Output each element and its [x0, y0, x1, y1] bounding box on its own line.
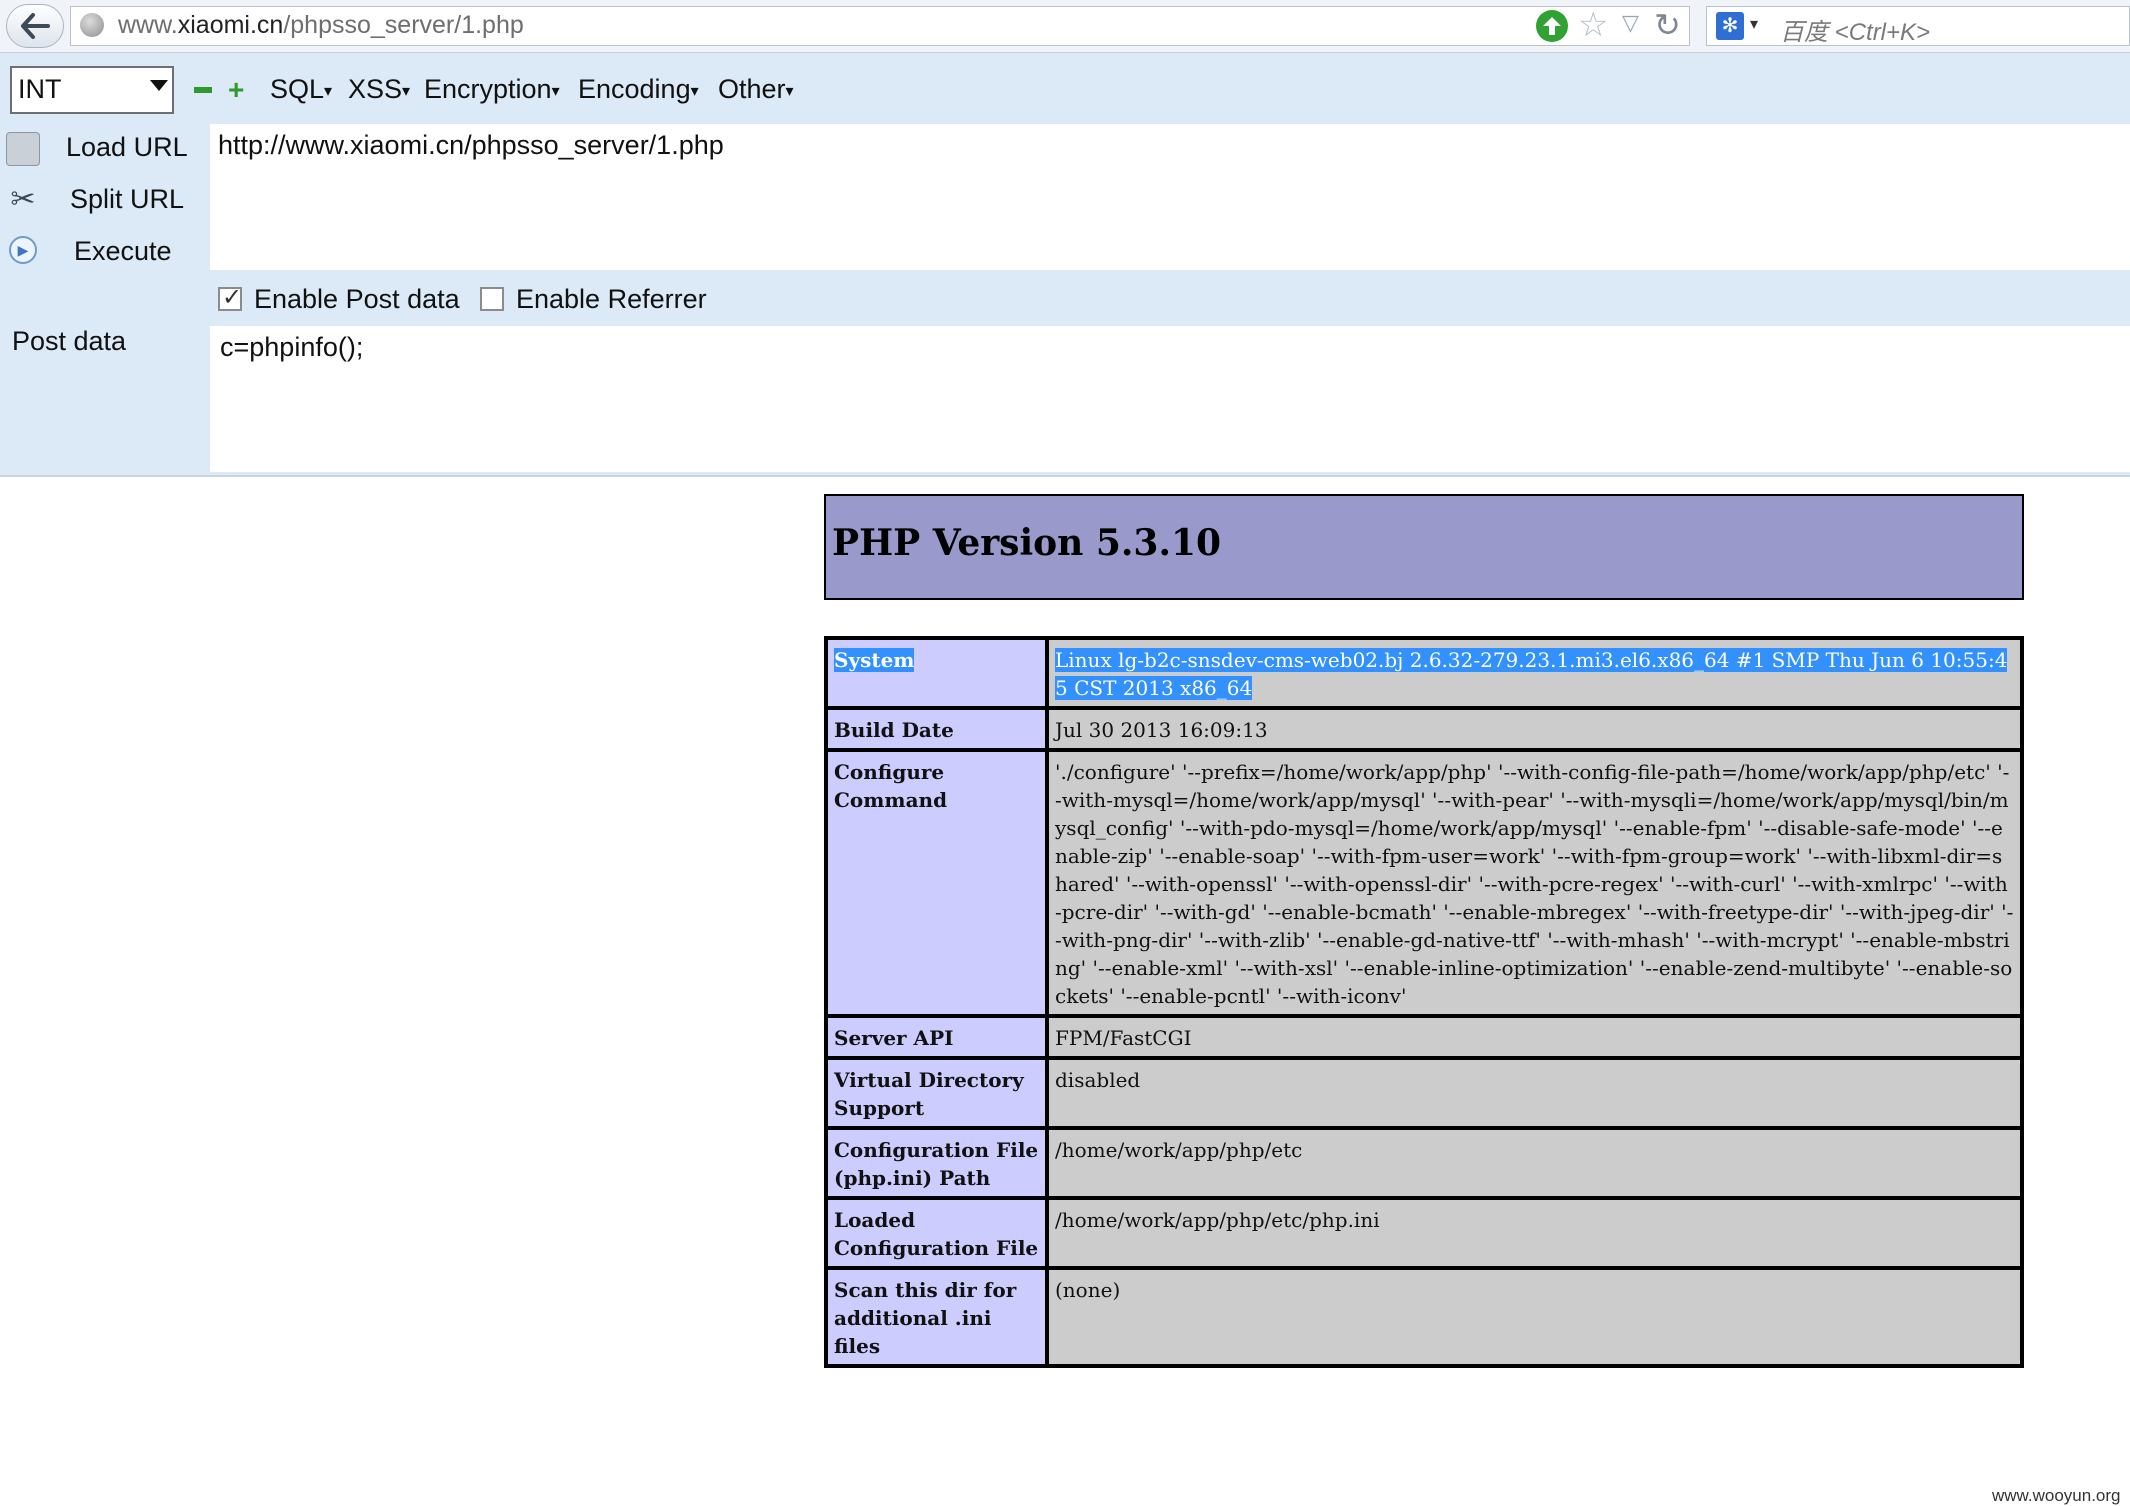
url-textarea-value[interactable]: http://www.xiaomi.cn/phpsso_server/1.php [218, 130, 724, 161]
select-arrow-icon[interactable] [150, 80, 168, 91]
back-button[interactable] [6, 4, 64, 48]
execute-play-icon[interactable]: ▶ [9, 236, 37, 264]
row-key: Server API [826, 1016, 1047, 1058]
table-row: System Linux lg-b2c-snsdev-cms-web02.bj … [826, 638, 2022, 708]
url-domain: xiaomi.cn [177, 11, 284, 39]
menu-encryption[interactable]: Encryption▾ [424, 74, 560, 105]
history-dropdown-icon[interactable]: ▽ [1622, 10, 1639, 36]
go-icon[interactable] [1536, 10, 1568, 42]
reload-icon[interactable]: ↻ [1654, 6, 1681, 44]
menu-label: Other [718, 74, 786, 104]
post-data-textarea[interactable] [210, 326, 2130, 472]
row-value: disabled [1047, 1058, 2022, 1128]
row-key: Virtual Directory Support [826, 1058, 1047, 1128]
load-url-button[interactable]: Load URL [66, 132, 188, 163]
menu-caret-icon: ▾ [785, 82, 794, 100]
search-shortcut: <Ctrl+K> [1834, 19, 1931, 46]
row-key: Build Date [826, 708, 1047, 750]
split-url-button[interactable]: Split URL [70, 184, 184, 215]
post-data-value[interactable]: c=phpinfo(); [220, 332, 363, 363]
menu-other[interactable]: Other▾ [718, 74, 794, 105]
enable-referrer-label[interactable]: Enable Referrer [516, 284, 707, 315]
row-value: Linux lg-b2c-snsdev-cms-web02.bj 2.6.32-… [1047, 638, 2022, 708]
watermark: www.wooyun.org [1992, 1486, 2121, 1505]
php-version-title: PHP Version 5.3.10 [832, 522, 1222, 564]
table-row: Configure Command './configure' '--prefi… [826, 750, 2022, 1016]
phpinfo-table: System Linux lg-b2c-snsdev-cms-web02.bj … [824, 636, 2024, 1368]
table-row: Configuration File (php.ini) Path /home/… [826, 1128, 2022, 1198]
url-path: /phpsso_server/1.php [283, 11, 524, 39]
row-key: Loaded Configuration File [826, 1198, 1047, 1268]
search-placeholder[interactable]: 百度 <Ctrl+K> [1780, 12, 1930, 47]
menu-caret-icon: ▾ [324, 82, 333, 100]
enable-referrer-checkbox[interactable] [480, 287, 504, 311]
menu-xss[interactable]: XSS▾ [348, 74, 410, 105]
table-row: Virtual Directory Support disabled [826, 1058, 2022, 1128]
row-key-text: System [834, 648, 915, 672]
row-key: Configuration File (php.ini) Path [826, 1128, 1047, 1198]
table-row: Server API FPM/FastCGI [826, 1016, 2022, 1058]
post-data-label: Post data [12, 326, 127, 356]
row-value: './configure' '--prefix=/home/work/app/p… [1047, 750, 2022, 1016]
search-engine-label: 百度 [1780, 19, 1828, 46]
enable-post-label[interactable]: Enable Post data [254, 284, 460, 315]
url-prefix: www. [118, 11, 178, 39]
row-key: Scan this dir for additional .ini files [826, 1268, 1047, 1366]
row-value-text: Linux lg-b2c-snsdev-cms-web02.bj 2.6.32-… [1055, 648, 2008, 700]
checkmark-icon: ✓ [222, 284, 243, 311]
row-value: /home/work/app/php/etc [1047, 1128, 2022, 1198]
back-arrow-icon [21, 13, 50, 39]
menu-label: Encryption [424, 74, 552, 104]
increase-icon[interactable]: + [228, 76, 244, 104]
row-value: /home/work/app/php/etc/php.ini [1047, 1198, 2022, 1268]
menu-label: XSS [348, 74, 403, 104]
search-engine-dropdown-icon[interactable]: ▾ [1750, 14, 1758, 34]
table-row: Loaded Configuration File /home/work/app… [826, 1198, 2022, 1268]
table-row: Scan this dir for additional .ini files … [826, 1268, 2022, 1366]
site-identity-icon[interactable] [80, 13, 104, 37]
url-text[interactable]: www.xiaomi.cn/phpsso_server/1.php [118, 11, 524, 40]
menu-encoding[interactable]: Encoding▾ [578, 74, 699, 105]
type-select-value[interactable]: INT [18, 74, 62, 105]
menu-label: SQL [270, 74, 325, 104]
menu-sql[interactable]: SQL▾ [270, 74, 332, 105]
menu-caret-icon: ▾ [551, 82, 560, 100]
decrease-icon[interactable] [194, 87, 212, 93]
row-value: FPM/FastCGI [1047, 1016, 2022, 1058]
split-url-scissors-icon[interactable]: ✂ [6, 182, 40, 216]
table-row: Build Date Jul 30 2013 16:09:13 [826, 708, 2022, 750]
row-key: Configure Command [826, 750, 1047, 1016]
go-arrow-icon [1543, 17, 1561, 35]
row-value: Jul 30 2013 16:09:13 [1047, 708, 2022, 750]
enable-post-checkbox[interactable]: ✓ [218, 284, 242, 311]
menu-caret-icon: ▾ [690, 82, 699, 100]
load-url-icon[interactable] [6, 132, 40, 166]
bookmark-star-icon[interactable]: ☆ [1578, 6, 1608, 44]
execute-button[interactable]: Execute [74, 236, 172, 267]
row-value: (none) [1047, 1268, 2022, 1366]
row-key: System [826, 638, 1047, 708]
menu-label: Encoding [578, 74, 691, 104]
menu-caret-icon: ▾ [402, 82, 411, 100]
baidu-paw-icon[interactable]: ✻ [1716, 12, 1744, 40]
